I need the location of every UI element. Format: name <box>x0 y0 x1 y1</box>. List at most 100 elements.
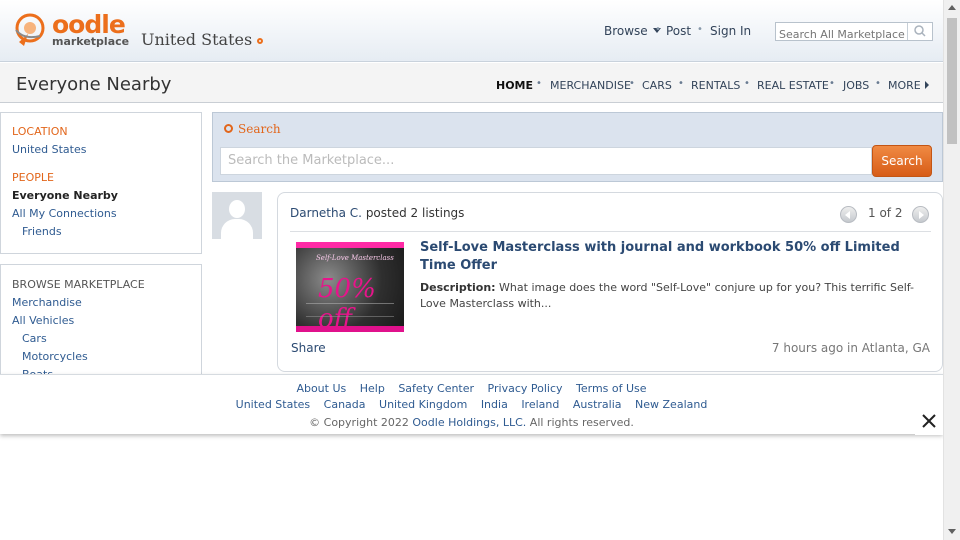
browse-label: Browse <box>604 24 648 38</box>
sign-in-link[interactable]: Sign In <box>710 24 751 38</box>
thumbnail-title: Self-Love Masterclass <box>316 254 394 262</box>
search-icon <box>914 25 926 37</box>
footer-links: About Us Help Safety Center Privacy Poli… <box>0 382 943 395</box>
avatar-body <box>221 219 253 239</box>
time-ago: 7 hours ago in <box>771 341 858 355</box>
region-label: United States <box>141 30 253 49</box>
global-search <box>775 22 933 43</box>
about-us-link[interactable]: About Us <box>296 382 346 395</box>
marketplace-search-input[interactable]: Search the Marketplace... <box>220 147 872 175</box>
company-link[interactable]: Oodle Holdings, LLC. <box>412 416 526 429</box>
nav-separator: • <box>678 78 684 89</box>
sidebar-item-motorcycles[interactable]: Motorcycles <box>22 350 88 363</box>
post-link[interactable]: Post <box>666 24 691 38</box>
footer-bar: About Us Help Safety Center Privacy Poli… <box>0 374 943 434</box>
chevron-left-icon <box>845 211 850 219</box>
sidebar-people-panel: LOCATION United States PEOPLE Everyone N… <box>0 112 202 254</box>
nav-separator: • <box>536 78 542 89</box>
location-pin-icon <box>257 38 264 44</box>
tab-home[interactable]: HOME <box>496 79 533 92</box>
card-divider <box>290 231 931 232</box>
nav-separator: • <box>655 24 661 35</box>
people-heading: PEOPLE <box>12 171 54 184</box>
page: oodle marketplace United States Browse •… <box>0 0 960 540</box>
country-link-ireland[interactable]: Ireland <box>521 398 559 411</box>
sidebar-item-everyone-nearby[interactable]: Everyone Nearby <box>12 189 118 202</box>
nav-separator: • <box>829 78 835 89</box>
page-subheader: Everyone Nearby HOME • MERCHANDISE • CAR… <box>0 63 943 103</box>
pager-count: 1 of 2 <box>868 206 903 220</box>
search-panel-label: Search <box>238 122 281 136</box>
listing-time-location: 7 hours ago in Atlanta, GA <box>772 341 930 355</box>
close-footer-button[interactable] <box>915 407 943 435</box>
tab-more-label: MORE <box>888 79 921 92</box>
country-link-united-states[interactable]: United States <box>236 398 311 411</box>
poster-name[interactable]: Darnetha C. <box>290 206 362 220</box>
browse-menu[interactable]: Browse <box>604 24 661 38</box>
global-search-button[interactable] <box>907 23 932 40</box>
help-link[interactable]: Help <box>360 382 385 395</box>
scrollbar-thumb[interactable] <box>947 18 957 144</box>
logo-subtitle: marketplace <box>52 35 130 48</box>
global-search-input[interactable] <box>776 26 906 43</box>
listing-description: Description: What image does the word "S… <box>420 280 930 312</box>
country-link-australia[interactable]: Australia <box>573 398 622 411</box>
listing-location[interactable]: Atlanta, GA <box>862 341 930 355</box>
nav-separator: • <box>744 78 750 89</box>
page-title: Everyone Nearby <box>16 74 172 95</box>
site-header: oodle marketplace United States Browse •… <box>0 0 943 62</box>
oodle-logo[interactable]: oodle marketplace <box>14 10 130 52</box>
previous-listing-button[interactable] <box>840 206 857 223</box>
poster-line: Darnetha C. posted 2 listings <box>290 206 464 220</box>
poster-action: posted 2 listings <box>365 206 465 220</box>
caret-right-icon <box>924 81 929 89</box>
nav-separator: • <box>629 78 635 89</box>
share-link[interactable]: Share <box>291 341 326 355</box>
safety-center-link[interactable]: Safety Center <box>398 382 474 395</box>
scroll-up-icon[interactable] <box>948 5 956 10</box>
chevron-right-icon <box>919 211 924 219</box>
avatar[interactable] <box>212 192 262 239</box>
scroll-down-icon[interactable] <box>948 529 956 534</box>
tab-jobs[interactable]: JOBS <box>843 79 869 92</box>
close-icon <box>922 414 936 428</box>
listing-title[interactable]: Self-Love Masterclass with journal and w… <box>420 239 930 275</box>
copyright-suffix: All rights reserved. <box>529 416 634 429</box>
sidebar-item-friends[interactable]: Friends <box>22 225 62 238</box>
next-listing-button[interactable] <box>912 206 929 223</box>
sidebar-item-cars[interactable]: Cars <box>22 332 47 345</box>
avatar-head <box>229 200 245 218</box>
terms-of-use-link[interactable]: Terms of Use <box>576 382 647 395</box>
thumbnail-text-lines <box>306 303 394 317</box>
copyright: © Copyright 2022 Oodle Holdings, LLC. Al… <box>0 416 943 429</box>
marketplace-search-panel: Search Search the Marketplace... Search <box>212 112 943 182</box>
nav-separator: • <box>875 78 881 89</box>
tab-cars[interactable]: CARS <box>642 79 672 92</box>
browse-heading: BROWSE MARKETPLACE <box>12 278 145 291</box>
search-button[interactable]: Search <box>872 145 932 177</box>
privacy-policy-link[interactable]: Privacy Policy <box>488 382 563 395</box>
description-label: Description: <box>420 281 496 294</box>
region-selector[interactable]: United States <box>141 30 264 49</box>
location-heading: LOCATION <box>12 125 68 138</box>
sidebar-item-merchandise[interactable]: Merchandise <box>12 296 82 309</box>
tab-more[interactable]: MORE <box>888 79 929 92</box>
sidebar-item-location[interactable]: United States <box>12 143 87 156</box>
page-scrollbar[interactable] <box>943 0 960 540</box>
listing-thumbnail[interactable]: Self-Love Masterclass 50% off <box>296 242 404 332</box>
footer-countries: United States Canada United Kingdom Indi… <box>0 398 943 411</box>
nav-separator: • <box>697 24 703 35</box>
listing-card: Darnetha C. posted 2 listings 1 of 2 Sel… <box>277 192 943 372</box>
country-link-united-kingdom[interactable]: United Kingdom <box>379 398 467 411</box>
search-icon <box>224 124 233 133</box>
sidebar-item-all-connections[interactable]: All My Connections <box>12 207 117 220</box>
copyright-prefix: © Copyright 2022 <box>309 416 409 429</box>
logo-mark-icon <box>15 13 45 46</box>
tab-real-estate[interactable]: REAL ESTATE <box>757 79 829 92</box>
tab-rentals[interactable]: RENTALS <box>691 79 740 92</box>
sidebar-item-all-vehicles[interactable]: All Vehicles <box>12 314 74 327</box>
country-link-new-zealand[interactable]: New Zealand <box>635 398 707 411</box>
country-link-india[interactable]: India <box>481 398 508 411</box>
country-link-canada[interactable]: Canada <box>324 398 366 411</box>
tab-merchandise[interactable]: MERCHANDISE <box>550 79 631 92</box>
